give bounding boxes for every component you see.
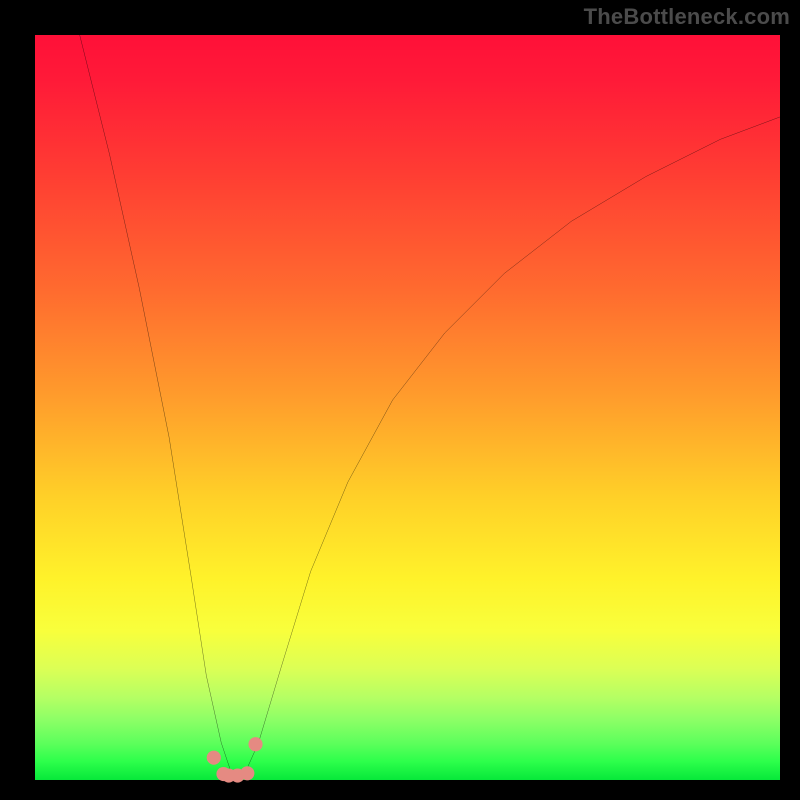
chart-svg	[35, 35, 780, 780]
valley-dots	[207, 737, 263, 782]
watermark-text: TheBottleneck.com	[584, 4, 790, 30]
chart-frame: TheBottleneck.com	[0, 0, 800, 800]
valley-dot	[248, 737, 262, 751]
valley-dot	[207, 751, 221, 765]
bottleneck-curve	[80, 35, 780, 776]
valley-dot	[240, 766, 254, 780]
